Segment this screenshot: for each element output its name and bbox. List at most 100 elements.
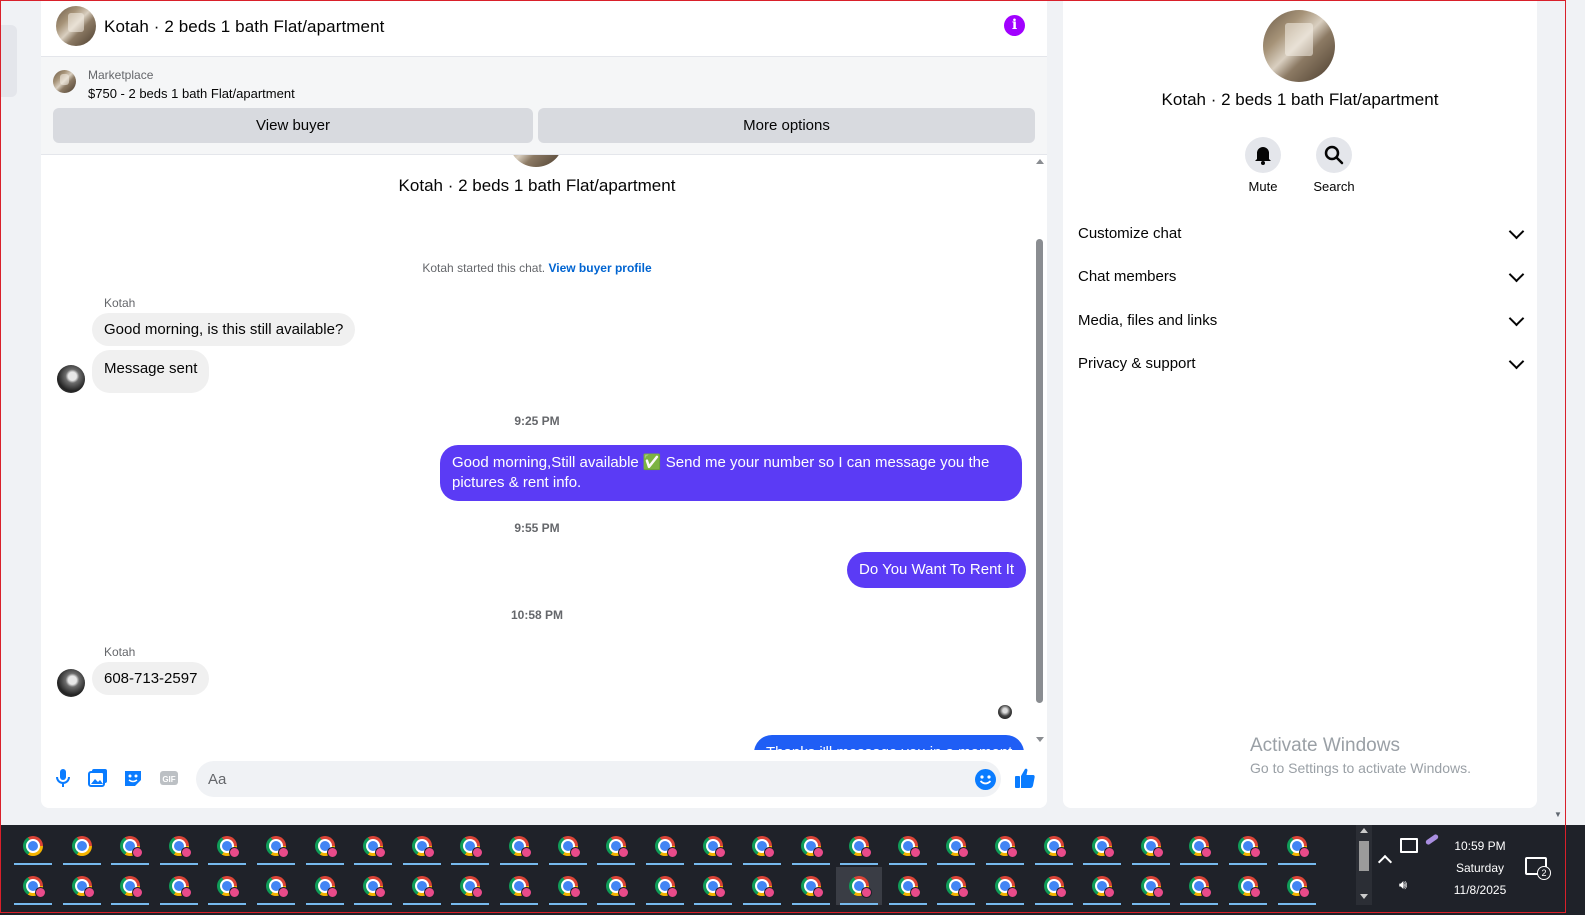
taskbar-chrome-button[interactable] bbox=[1176, 827, 1222, 865]
taskbar-chrome-button[interactable] bbox=[59, 827, 105, 865]
section-customize-chat[interactable]: Customize chat bbox=[1078, 220, 1525, 248]
clock[interactable]: 10:59 PM Saturday 11/8/2025 bbox=[1440, 835, 1520, 901]
volume-icon[interactable]: 🔊︎ bbox=[1399, 877, 1407, 893]
taskbar-chrome-button[interactable] bbox=[1128, 867, 1174, 905]
taskbar-chrome-button[interactable] bbox=[399, 867, 445, 905]
taskbar-chrome-button[interactable] bbox=[204, 867, 250, 905]
listing-price-title[interactable]: $750 - 2 beds 1 bath Flat/apartment bbox=[88, 86, 295, 101]
taskbar-chrome-button[interactable] bbox=[496, 827, 542, 865]
taskbar-chrome-button[interactable] bbox=[107, 827, 153, 865]
taskbar-chrome-button[interactable] bbox=[1128, 827, 1174, 865]
section-privacy-support[interactable]: Privacy & support bbox=[1078, 350, 1525, 378]
view-buyer-profile-link[interactable]: View buyer profile bbox=[548, 261, 651, 275]
listing-thumbnail[interactable] bbox=[53, 70, 76, 93]
taskbar-chrome-button[interactable] bbox=[10, 827, 56, 865]
taskbar-chrome-button[interactable] bbox=[788, 827, 834, 865]
sticker-icon[interactable] bbox=[122, 767, 144, 789]
taskbar-chrome-button[interactable] bbox=[399, 827, 445, 865]
section-media-files-links[interactable]: Media, files and links bbox=[1078, 307, 1525, 335]
taskbar-chrome-button[interactable] bbox=[642, 827, 688, 865]
taskbar-chrome-button[interactable] bbox=[545, 867, 591, 905]
taskbar-chrome-button[interactable] bbox=[836, 867, 883, 905]
info-avatar[interactable] bbox=[1263, 10, 1335, 82]
incoming-message[interactable]: 608-713-2597 bbox=[92, 662, 210, 695]
page-scrollbar[interactable]: ▼ bbox=[1550, 0, 1566, 822]
message-scrollbar[interactable] bbox=[1033, 155, 1047, 750]
taskbar-chrome-button[interactable] bbox=[788, 867, 834, 905]
taskbar-chrome-button[interactable] bbox=[302, 827, 348, 865]
taskbar-chrome-button[interactable] bbox=[107, 867, 153, 905]
taskbar-chrome-button[interactable] bbox=[982, 867, 1028, 905]
taskbar-chrome-button[interactable] bbox=[1079, 827, 1125, 865]
taskbar-chrome-button[interactable] bbox=[204, 827, 250, 865]
view-buyer-button[interactable]: View buyer bbox=[53, 108, 533, 143]
taskbar-chrome-button[interactable] bbox=[885, 867, 931, 905]
scroll-thumb[interactable] bbox=[1036, 239, 1043, 703]
taskbar-chrome-button[interactable] bbox=[1031, 867, 1077, 905]
taskbar-chrome-button[interactable] bbox=[253, 867, 299, 905]
taskbar-chrome-button[interactable] bbox=[59, 867, 105, 905]
taskbar-chrome-button[interactable] bbox=[1225, 827, 1271, 865]
taskbar-scrollbar[interactable] bbox=[1356, 825, 1372, 905]
taskbar-chrome-button[interactable] bbox=[156, 827, 202, 865]
taskbar-chrome-button[interactable] bbox=[739, 827, 785, 865]
taskbar-scroll-thumb[interactable] bbox=[1359, 841, 1369, 871]
gif-icon[interactable]: GIF bbox=[158, 767, 180, 789]
incoming-message[interactable]: Message sent bbox=[92, 350, 210, 393]
emoji-icon[interactable] bbox=[975, 769, 996, 790]
taskbar-chrome-button[interactable] bbox=[593, 867, 639, 905]
chat-title[interactable]: Kotah · 2 beds 1 bath Flat/apartment bbox=[104, 17, 385, 37]
taskbar-chrome-button[interactable] bbox=[1031, 827, 1077, 865]
taskbar-chrome-button[interactable] bbox=[690, 867, 736, 905]
mute-button[interactable]: Mute bbox=[1233, 137, 1293, 194]
scroll-down-arrow-icon[interactable] bbox=[1036, 737, 1044, 742]
message-list[interactable]: Kotah · 2 beds 1 bath Flat/apartment Kot… bbox=[41, 155, 1033, 750]
section-chat-members[interactable]: Chat members bbox=[1078, 263, 1525, 291]
listing-avatar[interactable] bbox=[56, 6, 96, 46]
sender-avatar[interactable] bbox=[57, 365, 85, 393]
taskbar-chrome-button[interactable] bbox=[1079, 867, 1125, 905]
sender-avatar[interactable] bbox=[57, 669, 85, 697]
message-input[interactable] bbox=[196, 761, 1001, 797]
outgoing-message[interactable]: Thanks i'll message you in a moment bbox=[754, 735, 1025, 750]
show-hidden-icons-icon[interactable] bbox=[1377, 854, 1393, 870]
taskbar-chrome-button[interactable] bbox=[350, 827, 396, 865]
taskbar-chrome-button[interactable] bbox=[10, 867, 56, 905]
taskbar-chrome-button[interactable] bbox=[836, 827, 882, 865]
taskbar-chrome-button[interactable] bbox=[1274, 867, 1320, 905]
taskbar-chrome-button[interactable] bbox=[156, 867, 202, 905]
more-options-button[interactable]: More options bbox=[538, 108, 1035, 143]
photo-icon[interactable] bbox=[87, 767, 109, 789]
taskbar-chrome-button[interactable] bbox=[982, 827, 1028, 865]
outgoing-message[interactable]: Good morning,Still available ✅ Send me y… bbox=[440, 445, 1022, 501]
taskbar-chrome-button[interactable] bbox=[350, 867, 396, 905]
taskbar-chrome-button[interactable] bbox=[885, 827, 931, 865]
scroll-up-arrow-icon[interactable] bbox=[1036, 159, 1044, 164]
taskbar-chrome-button[interactable] bbox=[496, 867, 542, 905]
incoming-message[interactable]: Good morning, is this still available? bbox=[92, 313, 356, 346]
outgoing-message[interactable]: Do You Want To Rent It bbox=[847, 552, 1027, 588]
taskbar-chrome-button[interactable] bbox=[593, 827, 639, 865]
microphone-icon[interactable] bbox=[52, 767, 74, 789]
taskbar-chrome-button[interactable] bbox=[545, 827, 591, 865]
info-icon[interactable]: i bbox=[1004, 15, 1025, 36]
taskbar-chrome-button[interactable] bbox=[690, 827, 736, 865]
thumbs-up-icon[interactable] bbox=[1013, 766, 1037, 790]
taskbar-chrome-button[interactable] bbox=[933, 867, 979, 905]
search-icon[interactable] bbox=[1316, 137, 1352, 173]
taskbar-chrome-button[interactable] bbox=[302, 867, 348, 905]
taskbar-scroll-down-icon[interactable] bbox=[1360, 894, 1368, 899]
bell-icon[interactable] bbox=[1245, 137, 1281, 173]
taskbar-chrome-button[interactable] bbox=[1225, 867, 1271, 905]
search-button[interactable]: Search bbox=[1304, 137, 1364, 194]
taskbar-chrome-button[interactable] bbox=[642, 867, 688, 905]
taskbar-chrome-button[interactable] bbox=[1274, 827, 1320, 865]
taskbar-chrome-button[interactable] bbox=[1176, 867, 1222, 905]
network-icon[interactable] bbox=[1400, 838, 1418, 853]
taskbar-chrome-button[interactable] bbox=[447, 827, 493, 865]
pen-icon[interactable] bbox=[1424, 833, 1440, 846]
taskbar-chrome-button[interactable] bbox=[739, 867, 785, 905]
taskbar-scroll-up-icon[interactable] bbox=[1360, 828, 1368, 833]
taskbar-chrome-button[interactable] bbox=[447, 867, 493, 905]
taskbar-chrome-button[interactable] bbox=[253, 827, 299, 865]
